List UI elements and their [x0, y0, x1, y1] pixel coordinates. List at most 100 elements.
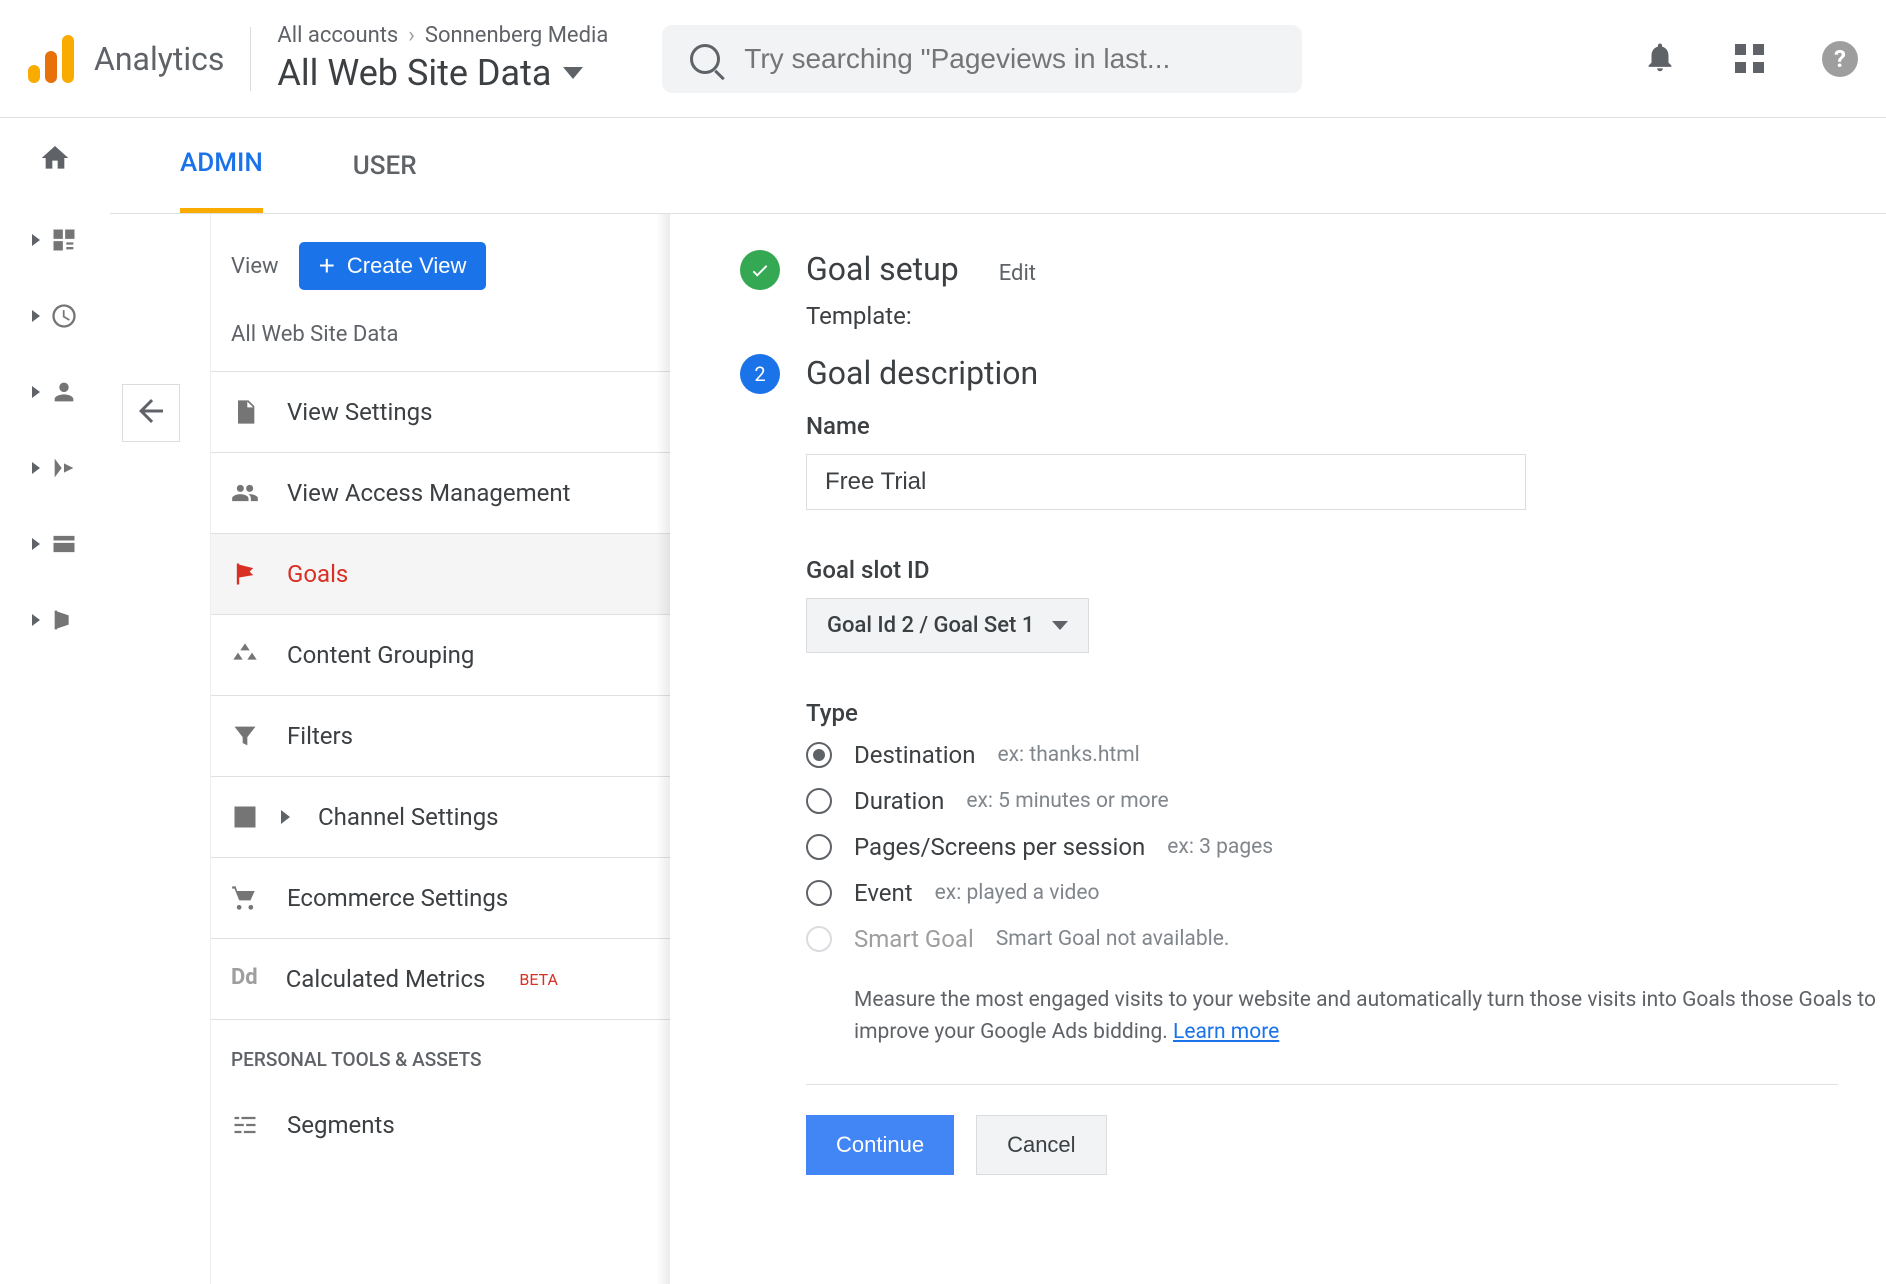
type-label: Event [854, 879, 913, 907]
sidebar-item-label: View Access Management [287, 479, 570, 507]
beta-badge: BETA [519, 970, 558, 989]
step-title: Goal description [806, 354, 1886, 392]
radio-icon[interactable] [806, 834, 832, 860]
learn-more-link[interactable]: Learn more [1173, 1020, 1279, 1044]
breadcrumb-account: Sonnenberg Media [425, 23, 608, 48]
goal-name-input[interactable] [806, 454, 1526, 510]
cart-icon [231, 884, 259, 912]
flag-icon [231, 560, 259, 588]
search-icon [690, 44, 720, 74]
account-selector[interactable]: All accounts › Sonnenberg Media All Web … [277, 23, 608, 94]
slot-value: Goal Id 2 / Goal Set 1 [827, 613, 1034, 638]
edit-link[interactable]: Edit [999, 261, 1036, 286]
breadcrumb: All accounts › Sonnenberg Media [277, 23, 608, 48]
apps-icon[interactable] [1735, 44, 1764, 73]
sidebar-item-channel-settings[interactable]: Channel Settings [211, 777, 670, 858]
continue-button[interactable]: Continue [806, 1115, 954, 1175]
search-bar[interactable] [662, 25, 1302, 93]
tab-user[interactable]: USER [353, 121, 417, 211]
property-name: All Web Site Data [277, 52, 551, 94]
expand-icon [32, 310, 40, 322]
sidebar-item-view-settings[interactable]: View Settings [211, 372, 670, 453]
sidebar-item-content-grouping[interactable]: Content Grouping [211, 615, 670, 696]
home-icon[interactable] [39, 142, 71, 178]
chevron-right-icon: › [408, 23, 415, 48]
product-logo[interactable]: Analytics [28, 35, 224, 83]
sidebar-item-access-management[interactable]: View Access Management [211, 453, 670, 534]
radio-icon[interactable] [806, 880, 832, 906]
type-hint: Smart Goal not available. [996, 927, 1230, 951]
caret-right-icon [281, 810, 290, 824]
radio-icon[interactable] [806, 788, 832, 814]
radio-icon [806, 926, 832, 952]
rail-customization[interactable] [32, 226, 78, 254]
rail-audience[interactable] [32, 378, 78, 406]
view-column-label: View [231, 254, 279, 279]
slot-label: Goal slot ID [806, 556, 1886, 584]
template-label: Template: [806, 302, 1886, 330]
rail-behavior[interactable] [32, 530, 78, 558]
sidebar-item-label: View Settings [287, 398, 432, 426]
radio-duration[interactable]: Duration ex: 5 minutes or more [806, 787, 1886, 815]
smart-goal-description: Measure the most engaged visits to your … [854, 985, 1886, 1048]
type-hint: ex: 3 pages [1167, 835, 1273, 859]
dd-icon: Dd [231, 965, 258, 993]
step-title: Goal setup [806, 250, 959, 288]
people-icon [231, 479, 259, 507]
expand-icon [32, 234, 40, 246]
radio-smart-goal: Smart Goal Smart Goal not available. [806, 925, 1886, 953]
caret-down-icon [1052, 621, 1068, 630]
document-icon [231, 398, 259, 426]
type-label: Type [806, 699, 1886, 727]
sidebar-item-label: Ecommerce Settings [287, 884, 508, 912]
product-name: Analytics [94, 40, 224, 78]
notifications-icon[interactable] [1643, 40, 1677, 78]
radio-event[interactable]: Event ex: played a video [806, 879, 1886, 907]
goal-form: Goal setup Edit Template: 2 Goal descrip… [670, 214, 1886, 1284]
create-view-button[interactable]: + Create View [299, 242, 487, 290]
type-hint: ex: played a video [935, 881, 1100, 905]
admin-sidebar: View + Create View All Web Site Data Vie… [210, 214, 670, 1284]
name-label: Name [806, 412, 1886, 440]
radio-pages-per-session[interactable]: Pages/Screens per session ex: 3 pages [806, 833, 1886, 861]
app-header: Analytics All accounts › Sonnenberg Medi… [0, 0, 1886, 118]
radio-icon[interactable] [806, 742, 832, 768]
sidebar-item-calculated-metrics[interactable]: Dd Calculated Metrics BETA [211, 939, 670, 1020]
sidebar-item-segments[interactable]: Segments [211, 1085, 670, 1165]
step-goal-setup: Goal setup Edit Template: [740, 250, 1886, 330]
create-view-label: Create View [347, 253, 466, 279]
step-number-badge: 2 [740, 354, 780, 394]
sidebar-item-filters[interactable]: Filters [211, 696, 670, 777]
rail-acquisition[interactable] [32, 454, 78, 482]
type-label: Pages/Screens per session [854, 833, 1145, 861]
expand-icon [32, 386, 40, 398]
cancel-button[interactable]: Cancel [976, 1115, 1106, 1175]
view-name[interactable]: All Web Site Data [211, 310, 670, 372]
sidebar-item-label: Filters [287, 722, 353, 750]
section-header: PERSONAL TOOLS & ASSETS [211, 1020, 670, 1085]
sidebar-item-ecommerce-settings[interactable]: Ecommerce Settings [211, 858, 670, 939]
plus-icon: + [319, 252, 335, 280]
rail-realtime[interactable] [32, 302, 78, 330]
left-nav-rail [0, 118, 110, 1284]
channel-icon [231, 803, 259, 831]
sidebar-item-goals[interactable]: Goals [211, 534, 670, 615]
divider [806, 1084, 1838, 1085]
sidebar-item-label: Goals [287, 560, 348, 588]
rail-conversions[interactable] [32, 606, 78, 634]
property-selector[interactable]: All Web Site Data [277, 52, 608, 94]
segments-icon [231, 1111, 259, 1139]
back-button[interactable] [122, 384, 180, 442]
grouping-icon [231, 641, 259, 669]
expand-icon [32, 462, 40, 474]
goal-slot-dropdown[interactable]: Goal Id 2 / Goal Set 1 [806, 598, 1089, 653]
type-label: Smart Goal [854, 925, 974, 953]
type-label: Duration [854, 787, 944, 815]
help-icon[interactable]: ? [1822, 41, 1858, 77]
caret-down-icon [563, 67, 583, 79]
divider [250, 27, 251, 91]
sidebar-item-label: Calculated Metrics [286, 965, 486, 993]
search-input[interactable] [744, 43, 1274, 75]
tab-admin[interactable]: ADMIN [180, 118, 263, 213]
radio-destination[interactable]: Destination ex: thanks.html [806, 741, 1886, 769]
